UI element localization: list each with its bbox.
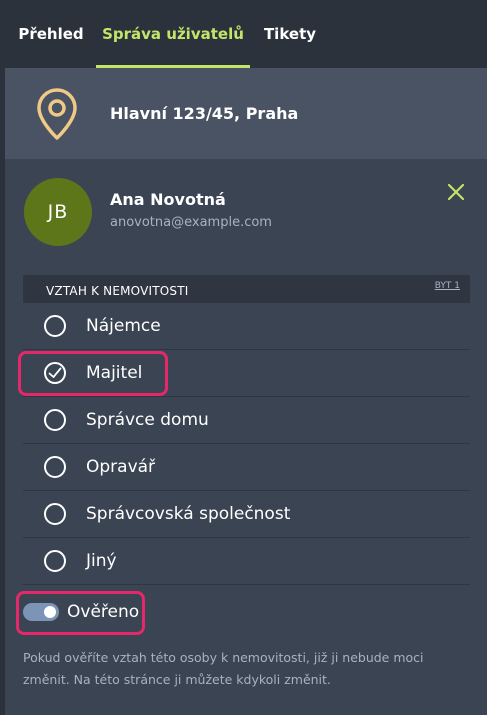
- majitel-highlight: [18, 351, 168, 396]
- user-card: JB Ana Novotná anovotna@example.com: [5, 159, 487, 269]
- user-email: anovotna@example.com: [110, 215, 272, 230]
- property-header: Hlavní 123/45, Praha: [5, 68, 487, 159]
- tab-sprava-uzivatelu[interactable]: Správa uživatelů: [96, 0, 250, 68]
- option-spravcovska-spolecnost[interactable]: Správcovská společnost: [23, 491, 470, 538]
- unit-link[interactable]: BYT 1: [435, 281, 460, 291]
- property-address: Hlavní 123/45, Praha: [110, 104, 299, 123]
- top-navigation: Přehled Správa uživatelů Tikety: [0, 0, 487, 68]
- option-label: Správce domu: [86, 410, 209, 430]
- relationship-options: Nájemce Majitel Správce domu Opravář Spr…: [23, 303, 470, 585]
- option-najemce[interactable]: Nájemce: [23, 303, 470, 350]
- radio-unchecked-icon[interactable]: [44, 409, 66, 431]
- close-icon[interactable]: [446, 182, 466, 202]
- verified-highlight: [16, 591, 145, 635]
- option-label: Správcovská společnost: [86, 504, 291, 524]
- radio-unchecked-icon[interactable]: [44, 550, 66, 572]
- user-detail-panel: Hlavní 123/45, Praha JB Ana Novotná anov…: [5, 68, 487, 715]
- relationship-header: VZTAH K NEMOVITOSTI BYT 1: [23, 275, 470, 303]
- verification-note: Pokud ověříte vztah této osoby k nemovit…: [23, 650, 424, 687]
- tab-prehled[interactable]: Přehled: [0, 0, 96, 68]
- option-jiny[interactable]: Jiný: [23, 538, 470, 585]
- option-label: Opravář: [86, 457, 156, 477]
- location-pin-icon: [36, 87, 78, 145]
- option-label: Jiný: [86, 551, 117, 571]
- tab-tikety[interactable]: Tikety: [250, 0, 330, 68]
- option-opravar[interactable]: Opravář: [23, 444, 470, 491]
- avatar: JB: [24, 178, 92, 246]
- option-spravce-domu[interactable]: Správce domu: [23, 397, 470, 444]
- radio-unchecked-icon[interactable]: [44, 456, 66, 478]
- radio-unchecked-icon[interactable]: [44, 315, 66, 337]
- user-name: Ana Novotná: [110, 190, 226, 209]
- relationship-title: VZTAH K NEMOVITOSTI: [46, 284, 189, 298]
- radio-unchecked-icon[interactable]: [44, 503, 66, 525]
- option-label: Nájemce: [86, 316, 161, 336]
- relationship-section: VZTAH K NEMOVITOSTI BYT 1 Nájemce Majite…: [23, 275, 470, 585]
